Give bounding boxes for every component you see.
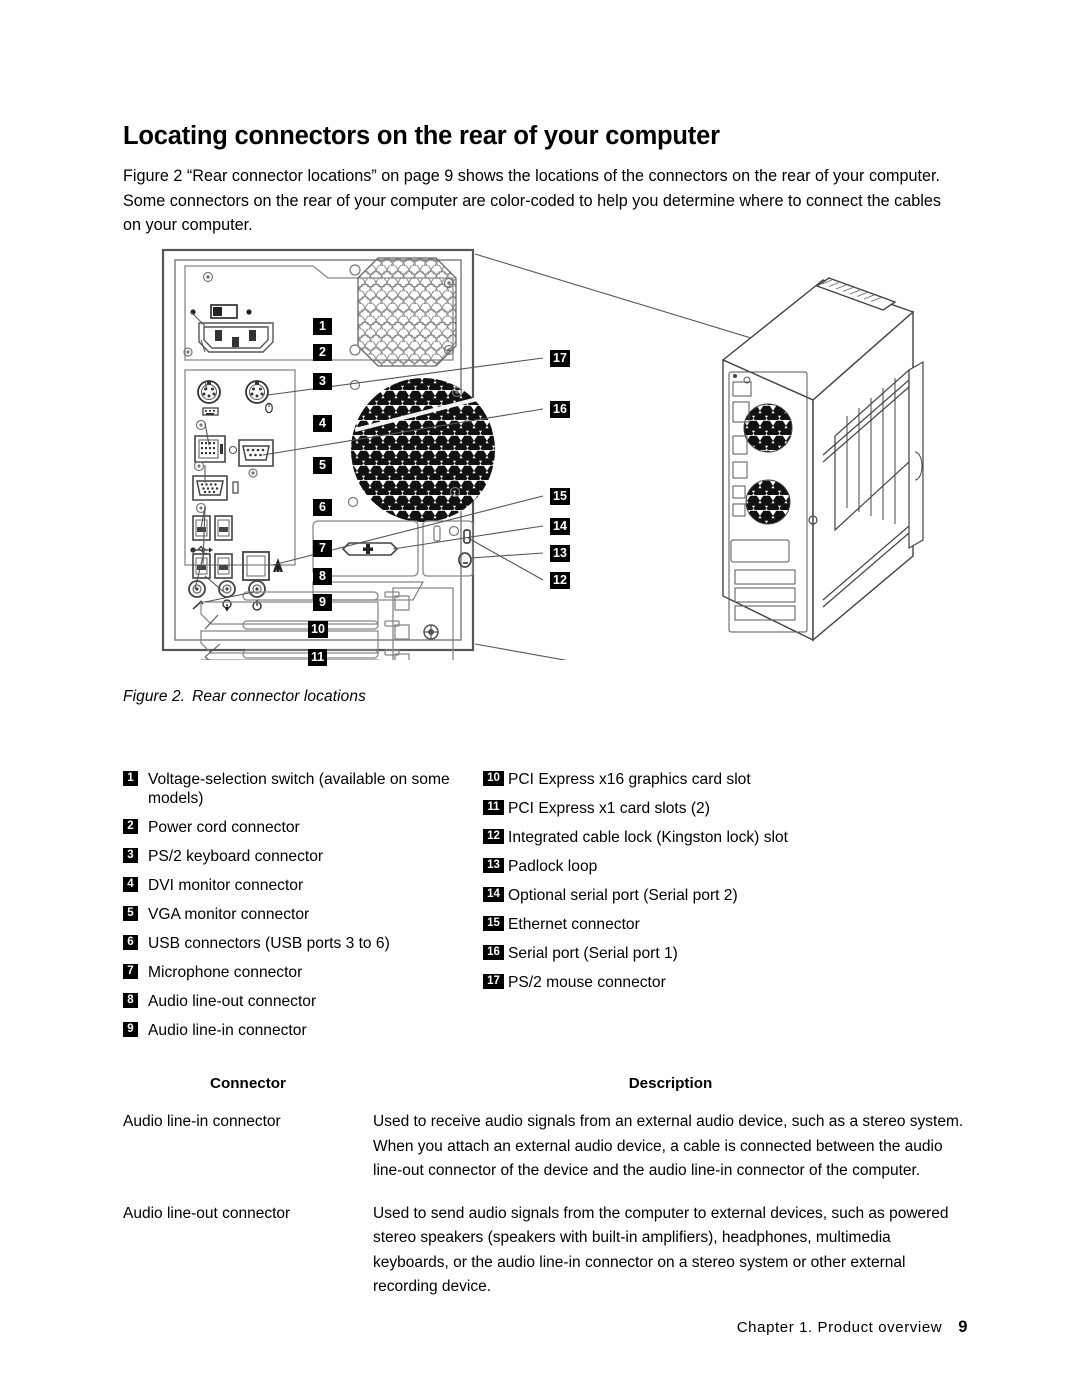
legend-badge-7: 7 xyxy=(123,964,138,979)
legend-badge-13: 13 xyxy=(483,858,504,873)
legend-badge-10: 10 xyxy=(483,771,504,786)
legend-label-6: USB connectors (USB ports 3 to 6) xyxy=(148,935,390,952)
figure-callout-16: 16 xyxy=(550,401,570,418)
legend-badge-12: 12 xyxy=(483,829,504,844)
legend-item-14: 14 Optional serial port (Serial port 2) xyxy=(483,886,963,905)
legend-label-7: Microphone connector xyxy=(148,964,303,981)
legend-item-1: 1 Voltage-selection switch (available on … xyxy=(123,770,473,808)
legend-item-2: 2 Power cord connector xyxy=(123,818,473,837)
legend-badge-9: 9 xyxy=(123,1022,138,1037)
figure-callout-14: 14 xyxy=(550,518,570,535)
figure-callout-15: 15 xyxy=(550,488,570,505)
legend-label-13: Padlock loop xyxy=(508,858,598,875)
intro-paragraph: Figure 2 “Rear connector locations” on p… xyxy=(123,167,941,235)
table-header-row: Connector Description xyxy=(123,1075,968,1110)
legend-label-11: PCI Express x1 card slots (2) xyxy=(508,800,710,817)
legend-item-15: 15 Ethernet connector xyxy=(483,915,963,934)
figure-callout-11: 11 xyxy=(308,649,328,666)
legend-item-4: 4 DVI monitor connector xyxy=(123,876,473,895)
legend-badge-6: 6 xyxy=(123,935,138,950)
legend-badge-8: 8 xyxy=(123,993,138,1008)
figure-caption-text: Rear connector locations xyxy=(192,688,366,705)
table-row: Audio line-in connector Used to receive a… xyxy=(123,1110,968,1202)
footer-chapter: Chapter 1. Product overview xyxy=(736,1319,943,1336)
figure-callout-5: 5 xyxy=(313,457,332,474)
figure-callout-7: 7 xyxy=(313,540,332,557)
legend-badge-15: 15 xyxy=(483,916,504,931)
legend-badge-4: 4 xyxy=(123,877,138,892)
legend-item-16: 16 Serial port (Serial port 1) xyxy=(483,944,963,963)
figure-callout-3: 3 xyxy=(313,373,332,390)
legend-item-5: 5 VGA monitor connector xyxy=(123,905,473,924)
figure-callout-12: 12 xyxy=(550,572,570,589)
legend-column-left: 1 Voltage-selection switch (available on … xyxy=(123,770,473,1050)
legend-item-17: 17 PS/2 mouse connector xyxy=(483,973,963,992)
legend-item-12: 12 Integrated cable lock (Kingston lock) … xyxy=(483,828,963,847)
column-header-connector: Connector xyxy=(210,1075,286,1092)
legend-label-4: DVI monitor connector xyxy=(148,877,304,894)
figure-callout-17: 17 xyxy=(550,350,570,367)
legend-item-6: 6 USB connectors (USB ports 3 to 6) xyxy=(123,934,473,953)
legend-label-9: Audio line-in connector xyxy=(148,1022,307,1039)
legend-item-13: 13 Padlock loop xyxy=(483,857,963,876)
footer-page-number: 9 xyxy=(958,1318,968,1336)
cell-connector-name: Audio line-out connector xyxy=(123,1204,291,1222)
legend-label-1: Voltage-selection switch (available on s… xyxy=(148,771,450,807)
figure-callout-2: 2 xyxy=(313,344,332,361)
legend-label-16: Serial port (Serial port 1) xyxy=(508,945,678,962)
legend-badge-17: 17 xyxy=(483,974,504,989)
legend-item-8: 8 Audio line-out connector xyxy=(123,992,473,1011)
legend-badge-16: 16 xyxy=(483,945,504,960)
figure-rear-connector-locations: 1 2 3 4 5 6 7 8 9 10 11 12 13 14 15 16 17 Figure 2. Rear … xyxy=(123,240,963,710)
figure-number: Figure 2. xyxy=(123,688,186,705)
cell-connector-name: Audio line-in connector xyxy=(123,1113,281,1130)
legend-badge-2: 2 xyxy=(123,819,138,834)
page-footer: Chapter 1. Product overview 9 xyxy=(123,1318,968,1337)
legend-item-9: 9 Audio line-in connector xyxy=(123,1021,473,1040)
legend-label-14: Optional serial port (Serial port 2) xyxy=(508,887,738,904)
legend-label-15: Ethernet connector xyxy=(508,916,640,933)
figure-callout-8: 8 xyxy=(313,568,332,585)
cell-connector-description: Used to receive audio signals from an ex… xyxy=(373,1113,964,1179)
legend-column-right: 10 PCI Express x16 graphics card slot 11 PC… xyxy=(483,770,963,1002)
table-row: Audio line-out connector Used to send aud… xyxy=(123,1202,968,1318)
connector-description-table: Connector Description Audio line-in conn… xyxy=(123,1075,968,1318)
legend-badge-14: 14 xyxy=(483,887,504,902)
legend-item-7: 7 Microphone connector xyxy=(123,963,473,982)
figure-caption: Figure 2. Rear connector locations xyxy=(123,688,366,706)
legend-label-2: Power cord connector xyxy=(148,819,300,836)
rear-panel-drawing xyxy=(161,248,924,660)
figure-callout-10: 10 xyxy=(308,621,328,638)
legend-badge-5: 5 xyxy=(123,906,138,921)
figure-callout-1: 1 xyxy=(313,318,332,335)
legend-label-3: PS/2 keyboard connector xyxy=(148,848,324,865)
legend-badge-1: 1 xyxy=(123,771,138,786)
legend-label-12: Integrated cable lock (Kingston lock) sl… xyxy=(508,829,788,846)
legend-item-11: 11 PCI Express x1 card slots (2) xyxy=(483,799,963,818)
figure-callout-13: 13 xyxy=(550,545,570,562)
figure-callout-9: 9 xyxy=(313,594,332,611)
legend-badge-11: 11 xyxy=(483,800,504,815)
figure-callout-6: 6 xyxy=(313,499,332,516)
legend-label-5: VGA monitor connector xyxy=(148,906,310,923)
figure-illustration: 1 2 3 4 5 6 7 8 9 10 11 12 13 14 15 16 17 xyxy=(123,240,963,666)
legend-item-10: 10 PCI Express x16 graphics card slot xyxy=(483,770,963,789)
page-title: Locating connectors on the rear of your … xyxy=(123,122,720,151)
legend-label-17: PS/2 mouse connector xyxy=(508,974,666,991)
column-header-description: Description xyxy=(628,1075,713,1092)
legend-label-8: Audio line-out connector xyxy=(148,993,317,1010)
figure-callout-4: 4 xyxy=(313,415,332,432)
cell-connector-description: Used to send audio signals from the comp… xyxy=(373,1204,949,1296)
legend-badge-3: 3 xyxy=(123,848,138,863)
legend-item-3: 3 PS/2 keyboard connector xyxy=(123,847,473,866)
legend-label-10: PCI Express x16 graphics card slot xyxy=(508,771,751,788)
